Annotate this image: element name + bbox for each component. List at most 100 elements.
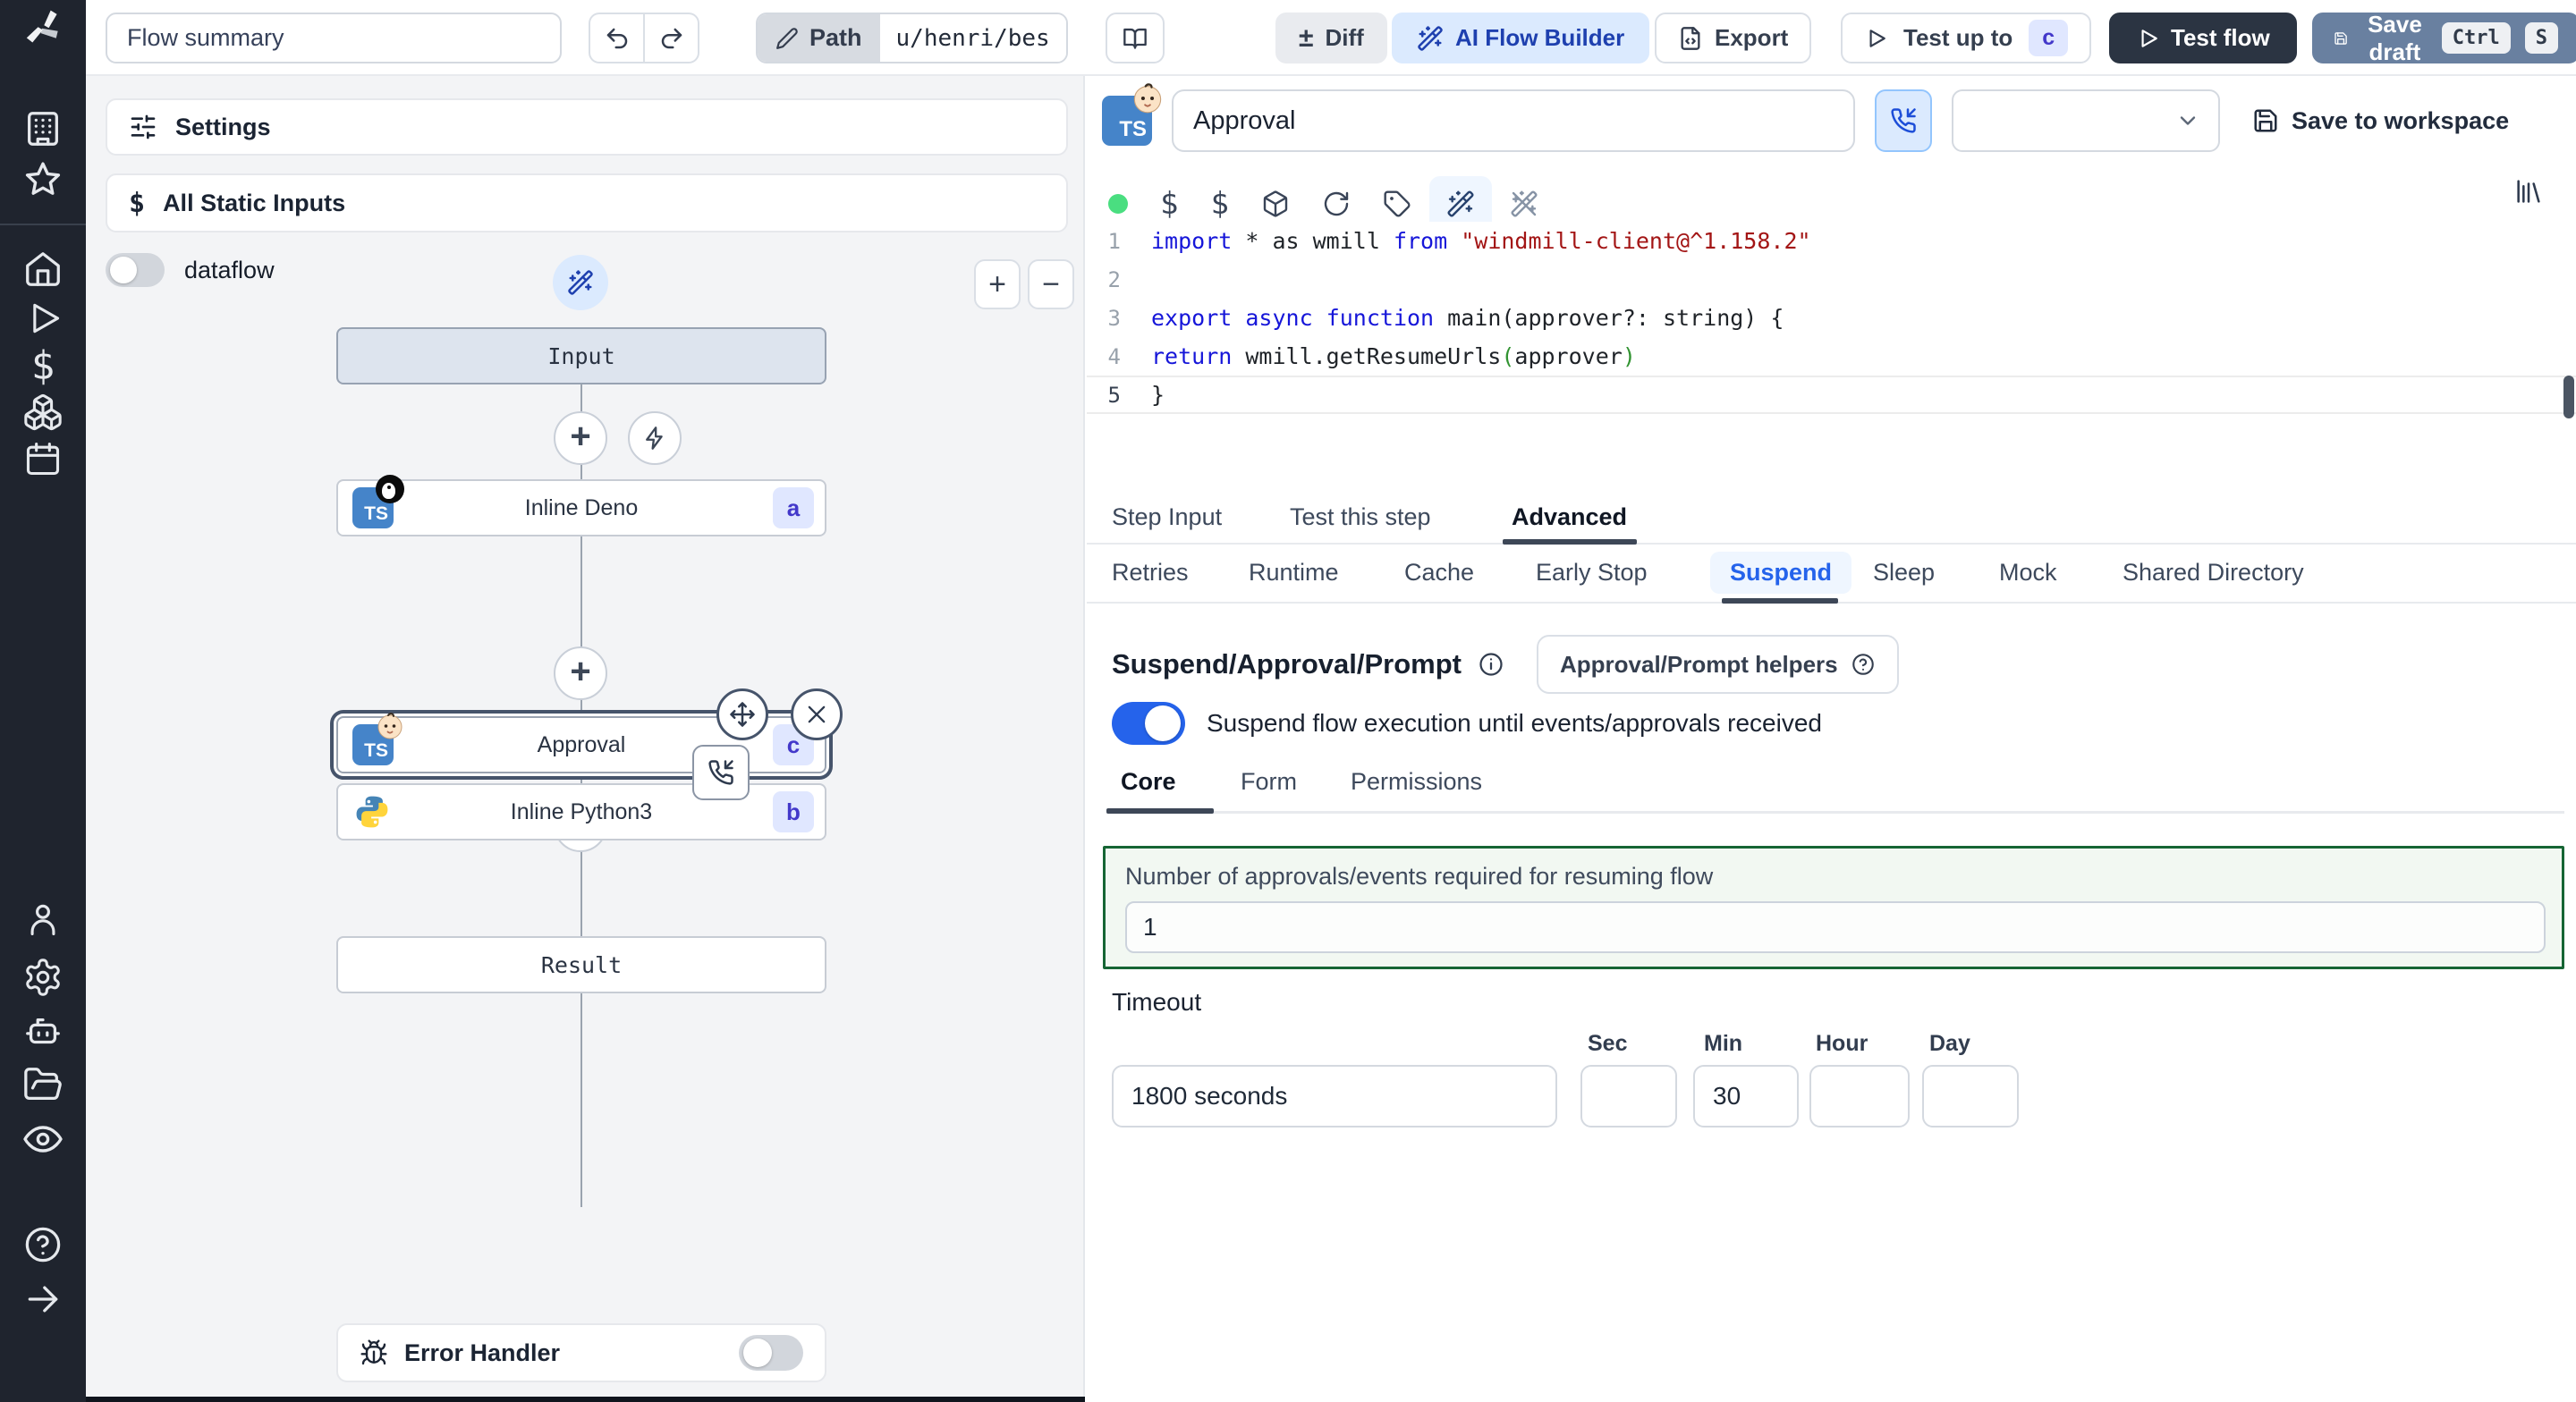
zoom-out-button[interactable]: − — [1028, 259, 1074, 309]
pencil-icon — [776, 27, 798, 49]
insert-step-button[interactable]: + — [554, 646, 607, 700]
trigger-bolt-button[interactable] — [628, 411, 682, 465]
path-control[interactable]: Path u/henri/bes — [756, 13, 1068, 63]
test-up-to-button[interactable]: Test up to c — [1841, 13, 2092, 63]
path-value[interactable]: u/henri/bes — [879, 14, 1066, 62]
subtab-retries[interactable]: Retries — [1112, 559, 1189, 587]
users-person-icon[interactable] — [23, 899, 63, 939]
kbd-s: S — [2524, 22, 2558, 54]
close-x-icon — [808, 705, 826, 723]
dataflow-toggle[interactable] — [106, 253, 165, 287]
flow-node-inline-python3[interactable]: Inline Python3 b — [336, 783, 826, 840]
editor-scrollbar[interactable] — [2563, 376, 2574, 418]
path-label: Path — [809, 24, 862, 51]
file-code-icon — [1681, 26, 1700, 50]
timeout-sec-input[interactable] — [1580, 1065, 1677, 1128]
windmill-logo-icon[interactable] — [20, 4, 66, 50]
error-handler-row[interactable]: Error Handler — [336, 1323, 826, 1382]
library-icon[interactable] — [2513, 176, 2544, 207]
resources-boxes-icon[interactable] — [22, 392, 64, 433]
subtab-core[interactable]: Core — [1121, 768, 1176, 796]
wand-sparkles-icon — [1418, 25, 1443, 51]
subtab-runtime[interactable]: Runtime — [1249, 559, 1339, 587]
flow-summary-input[interactable] — [106, 13, 562, 63]
all-static-inputs-row[interactable]: $ All Static Inputs — [106, 173, 1068, 232]
suspend-phone-button[interactable] — [1875, 89, 1932, 152]
ai-assistant-button[interactable] — [553, 255, 608, 310]
sliders-icon — [131, 114, 156, 139]
tag-icon[interactable] — [1383, 190, 1411, 218]
subtab-suspend[interactable]: Suspend — [1710, 552, 1852, 594]
script-version-select[interactable] — [1952, 89, 2220, 152]
timeout-hour-input[interactable] — [1809, 1065, 1910, 1128]
flow-node-inline-deno[interactable]: TS Inline Deno a — [336, 475, 826, 536]
flow-bottom-scrollbar[interactable] — [86, 1397, 1085, 1402]
code-line[interactable]: 1 import * as wmill from "windmill-client… — [1087, 222, 2576, 260]
diff-button[interactable]: ± Diff — [1275, 13, 1387, 63]
subtab-permissions[interactable]: Permissions — [1351, 768, 1482, 796]
reload-icon[interactable] — [1322, 190, 1351, 218]
variables-dollar-icon[interactable]: $ — [31, 343, 55, 389]
code-editor[interactable]: 1 import * as wmill from "windmill-client… — [1087, 222, 2576, 488]
undo-button[interactable] — [589, 13, 644, 63]
subtab-form[interactable]: Form — [1241, 768, 1297, 796]
dollar-icon: $ — [129, 187, 146, 219]
save-draft-button[interactable]: Save draft Ctrl S — [2312, 11, 2576, 65]
flow-node-result[interactable]: Result — [336, 936, 826, 993]
redo-button[interactable] — [644, 13, 699, 63]
export-button[interactable]: Export — [1655, 13, 1812, 63]
folders-folder-icon[interactable] — [22, 1064, 64, 1105]
timeout-value-input[interactable] — [1112, 1065, 1557, 1128]
package-icon[interactable] — [1261, 190, 1290, 218]
resources-dollar-icon[interactable]: $ — [1210, 186, 1228, 222]
subtab-cache[interactable]: Cache — [1404, 559, 1474, 587]
flow-node-input[interactable]: Input — [336, 327, 826, 384]
runs-play-icon[interactable] — [23, 299, 63, 338]
undo-redo-group — [589, 13, 699, 63]
schedules-calendar-icon[interactable] — [23, 439, 63, 478]
variables-dollar-icon[interactable]: $ — [1160, 186, 1178, 222]
wand-off-icon[interactable] — [1510, 190, 1538, 218]
move-step-button[interactable] — [716, 688, 768, 740]
approval-prompt-helpers-button[interactable]: Approval/Prompt helpers — [1536, 635, 1899, 694]
insert-step-button[interactable]: + — [554, 411, 607, 465]
code-line[interactable]: 3 export async function main(approver?: s… — [1087, 299, 2576, 337]
tab-step-input[interactable]: Step Input — [1112, 503, 1222, 531]
docs-book-button[interactable] — [1106, 13, 1165, 63]
timeout-day-input[interactable] — [1922, 1065, 2019, 1128]
subtab-early-stop[interactable]: Early Stop — [1536, 559, 1648, 587]
timeout-min-input[interactable] — [1693, 1065, 1799, 1128]
code-line[interactable]: 4 return wmill.getResumeUrls(approver) — [1087, 337, 2576, 376]
subtab-sleep[interactable]: Sleep — [1873, 559, 1935, 587]
ai-flow-builder-button[interactable]: AI Flow Builder — [1392, 13, 1650, 63]
approval-phone-badge[interactable] — [692, 745, 750, 800]
error-handler-toggle[interactable] — [739, 1335, 803, 1371]
save-to-workspace-button[interactable]: Save to workspace — [2252, 107, 2509, 135]
collapse-arrow-right-icon[interactable] — [23, 1280, 63, 1319]
audit-eye-icon[interactable] — [21, 1118, 64, 1161]
flow-settings-row[interactable]: Settings — [106, 98, 1068, 156]
settings-gear-icon[interactable] — [22, 957, 64, 998]
approvals-required-input[interactable] — [1125, 901, 2546, 953]
wand-sparkles-icon — [1447, 190, 1474, 217]
subtab-shared-directory[interactable]: Shared Directory — [2123, 559, 2304, 587]
tab-advanced[interactable]: Advanced — [1512, 503, 1627, 531]
favorites-star-icon[interactable] — [21, 159, 64, 202]
move-icon — [730, 702, 755, 727]
settings-label: Settings — [175, 113, 271, 140]
tab-test-this-step[interactable]: Test this step — [1290, 503, 1431, 531]
home-icon[interactable] — [22, 249, 64, 290]
zoom-in-button[interactable]: + — [974, 259, 1021, 309]
delete-step-button[interactable] — [791, 688, 843, 740]
code-line[interactable]: 5} — [1087, 376, 2576, 414]
step-name-input[interactable] — [1172, 89, 1855, 152]
subtab-mock[interactable]: Mock — [1999, 559, 2057, 587]
help-circle-icon[interactable] — [22, 1224, 64, 1265]
code-line[interactable]: 2 — [1087, 260, 2576, 299]
workspace-building-icon[interactable] — [22, 108, 64, 149]
save-icon — [2334, 31, 2347, 45]
test-flow-button[interactable]: Test flow — [2109, 13, 2297, 63]
error-handler-label: Error Handler — [404, 1339, 561, 1366]
workers-robot-icon[interactable] — [22, 1011, 64, 1052]
suspend-enable-toggle[interactable] — [1112, 702, 1185, 745]
